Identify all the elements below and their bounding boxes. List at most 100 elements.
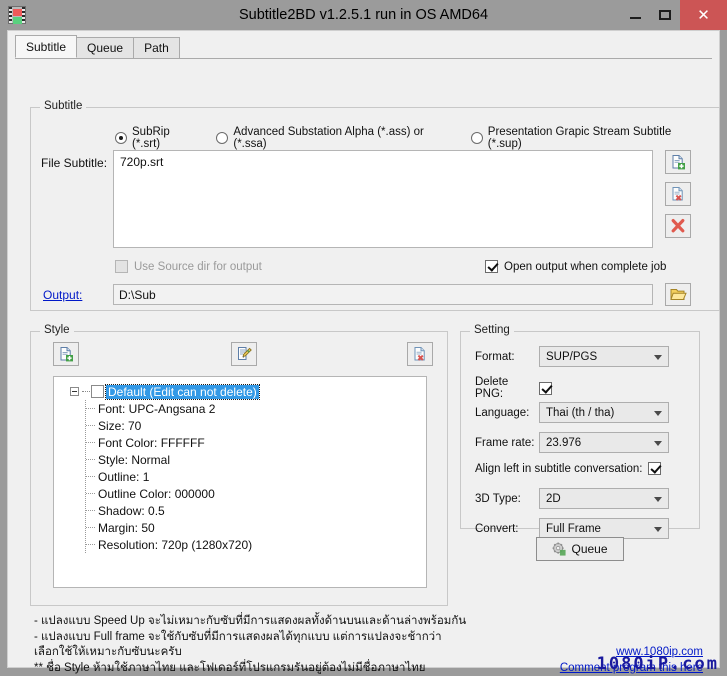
tree-item-label: Font: UPC-Angsana 2	[98, 402, 215, 416]
delete-png-checkbox[interactable]	[539, 382, 552, 395]
window-title: Subtitle2BD v1.2.5.1 run in OS AMD64	[0, 0, 727, 30]
language-value: Thai (th / tha)	[546, 407, 614, 419]
add-style-button[interactable]	[53, 342, 79, 366]
tree-item-label: Margin: 50	[98, 521, 155, 535]
browse-output-button[interactable]	[665, 283, 691, 306]
style-tree-children: Font: UPC-Angsana 2 Size: 70 Font Color:…	[85, 400, 422, 553]
delete-style-icon	[412, 346, 428, 362]
three-d-type-row: 3D Type: 2D	[475, 488, 669, 509]
language-label: Language:	[475, 407, 539, 419]
note-line-2: - แปลงแบบ Full frame จะใช้กับซับที่มีการ…	[34, 630, 504, 646]
convert-select[interactable]: Full Frame	[539, 518, 669, 539]
note-line-1: - แปลงแบบ Speed Up จะไม่เหมาะกับซับที่มี…	[34, 614, 504, 630]
tab-path[interactable]: Path	[133, 37, 180, 58]
tree-item-shadow[interactable]: Shadow: 0.5	[86, 502, 422, 519]
delete-png-label: Delete PNG:	[475, 376, 539, 400]
output-link[interactable]: Output:	[43, 288, 82, 302]
title-bar: Subtitle2BD v1.2.5.1 run in OS AMD64 ✕	[0, 0, 727, 30]
remove-file-button[interactable]	[665, 182, 691, 206]
tab-queue[interactable]: Queue	[76, 37, 134, 58]
align-left-label: Align left in subtitle conversation:	[475, 463, 642, 475]
tree-item-size[interactable]: Size: 70	[86, 417, 422, 434]
setting-group: Setting Format: SUP/PGS Delete PNG: Lang…	[460, 331, 700, 529]
radio-ass-ssa-indicator	[216, 132, 228, 144]
gear-icon	[552, 542, 566, 556]
delete-style-button[interactable]	[407, 342, 433, 366]
remove-file-icon	[670, 186, 686, 202]
tab-subtitle[interactable]: Subtitle	[15, 35, 77, 58]
application-window: Subtitle2BD v1.2.5.1 run in OS AMD64 ✕ S…	[0, 0, 727, 675]
radio-subrip-indicator	[115, 132, 127, 144]
language-row: Language: Thai (th / tha)	[475, 402, 669, 423]
tree-item-label: Style: Normal	[98, 453, 170, 467]
use-source-dir-checkbox[interactable]: Use Source dir for output	[115, 260, 262, 273]
tree-item-outline-color[interactable]: Outline Color: 000000	[86, 485, 422, 502]
convert-row: Convert: Full Frame	[475, 518, 669, 539]
tree-item-font[interactable]: Font: UPC-Angsana 2	[86, 400, 422, 417]
frame-rate-label: Frame rate:	[475, 437, 539, 449]
tab-subtitle-label: Subtitle	[26, 40, 66, 54]
style-group: Style	[30, 331, 448, 606]
align-left-row: Align left in subtitle conversation:	[475, 462, 661, 475]
tree-item-label: Resolution: 720p (1280x720)	[98, 538, 252, 552]
node-checkbox	[91, 385, 104, 398]
clear-all-icon	[670, 218, 686, 234]
style-tree-root[interactable]: Default (Edit can not delete)	[58, 383, 422, 400]
three-d-type-value: 2D	[546, 493, 561, 505]
maximize-button[interactable]	[650, 0, 680, 30]
tab-path-label: Path	[144, 41, 169, 55]
note-line-4: ** ชื่อ Style ห้ามใช้ภาษาไทย และโฟเดอร์ท…	[34, 661, 504, 676]
tree-item-label: Outline Color: 000000	[98, 487, 215, 501]
use-source-dir-label: Use Source dir for output	[134, 261, 262, 273]
style-tree[interactable]: Default (Edit can not delete) Font: UPC-…	[53, 376, 427, 588]
tree-item-font-color[interactable]: Font Color: FFFFFF	[86, 434, 422, 451]
film-strip-icon	[8, 6, 26, 24]
tree-item-outline[interactable]: Outline: 1	[86, 468, 422, 485]
queue-button[interactable]: Queue	[536, 537, 624, 561]
subtitle-group-legend: Subtitle	[40, 100, 86, 112]
open-output-checkbox[interactable]: Open output when complete job	[485, 260, 666, 273]
edit-style-button[interactable]	[231, 342, 257, 366]
add-style-icon	[58, 346, 74, 362]
frame-rate-value: 23.976	[546, 437, 581, 449]
chevron-down-icon	[654, 441, 662, 446]
note-line-3: เลือกใช้ให้เหมาะกับซับนะครับ	[34, 645, 504, 661]
frame-rate-row: Frame rate: 23.976	[475, 432, 669, 453]
minimize-button[interactable]	[620, 0, 650, 30]
align-left-checkbox[interactable]	[648, 462, 661, 475]
folder-open-icon	[670, 287, 687, 302]
use-source-dir-indicator	[115, 260, 128, 273]
tree-item-resolution[interactable]: Resolution: 720p (1280x720)	[86, 536, 422, 553]
close-button[interactable]: ✕	[680, 0, 727, 30]
chevron-down-icon	[654, 411, 662, 416]
collapse-expander-icon[interactable]	[70, 387, 79, 396]
file-subtitle-item: 720p.srt	[120, 155, 163, 169]
format-label: Format:	[475, 351, 539, 363]
radio-subrip[interactable]: SubRip (*.srt)	[115, 126, 198, 150]
chevron-down-icon	[654, 355, 662, 360]
minimize-icon	[630, 17, 641, 19]
edit-style-icon	[236, 346, 252, 362]
notes-block: - แปลงแบบ Speed Up จะไม่เหมาะกับซับที่มี…	[34, 614, 504, 676]
output-path-input[interactable]: D:\Sub	[113, 284, 653, 305]
file-subtitle-label: File Subtitle:	[41, 156, 107, 170]
tree-item-style[interactable]: Style: Normal	[86, 451, 422, 468]
language-select[interactable]: Thai (th / tha)	[539, 402, 669, 423]
format-select[interactable]: SUP/PGS	[539, 346, 669, 367]
delete-png-row: Delete PNG:	[475, 376, 558, 400]
queue-button-label: Queue	[571, 542, 607, 556]
tab-queue-label: Queue	[87, 41, 123, 55]
radio-subrip-label: SubRip (*.srt)	[132, 126, 198, 150]
radio-sup[interactable]: Presentation Grapic Stream Subtitle (*.s…	[471, 126, 701, 150]
tree-item-margin[interactable]: Margin: 50	[86, 519, 422, 536]
three-d-type-select[interactable]: 2D	[539, 488, 669, 509]
radio-ass-ssa[interactable]: Advanced Substation Alpha (*.ass) or (*.…	[216, 126, 452, 150]
maximize-icon	[659, 10, 671, 20]
add-file-button[interactable]	[665, 150, 691, 174]
convert-value: Full Frame	[546, 523, 601, 535]
frame-rate-select[interactable]: 23.976	[539, 432, 669, 453]
radio-ass-ssa-label: Advanced Substation Alpha (*.ass) or (*.…	[233, 126, 452, 150]
format-radio-group: SubRip (*.srt) Advanced Substation Alpha…	[115, 126, 719, 150]
file-subtitle-list[interactable]: 720p.srt	[113, 150, 653, 248]
clear-all-button[interactable]	[665, 214, 691, 238]
